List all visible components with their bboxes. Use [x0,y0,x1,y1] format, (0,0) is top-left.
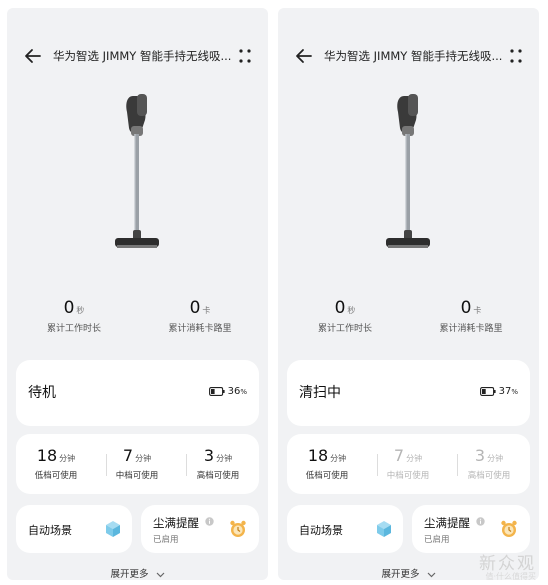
calories-stat: 0卡 累计消耗卡路里 [439,298,503,334]
back-arrow-icon[interactable] [23,46,43,66]
mode-high[interactable]: 3 分钟 高档可使用 [449,446,529,481]
mode-medium[interactable]: 7 分钟 中档可使用 [368,446,448,481]
phone-screen-standby: 华为智选 JIMMY 智能手持无线吸... 0秒 累计工作时长 0卡 累计消耗卡… [7,8,268,580]
suction-modes-card: 18 分钟 低档可使用 7 分钟 中档可使用 3 分钟 高档可使用 [16,434,259,494]
auto-scene-card[interactable]: 自动场景 [287,505,403,553]
dust-reminder-card[interactable]: 尘满提醒 已启用 [412,505,530,553]
vacuum-product-image [115,94,159,248]
mode-medium[interactable]: 7 分钟 中档可使用 [97,446,177,481]
cube-icon [106,521,120,537]
battery-indicator: 36% [208,386,247,397]
dust-reminder-card[interactable]: 尘满提醒 已启用 [141,505,259,553]
status-card[interactable]: 待机 36% [16,360,259,426]
watermark-logo: 新众观 值·什么值得买 [479,554,536,581]
page-title: 华为智选 JIMMY 智能手持无线吸... [324,49,503,63]
more-dots-icon[interactable] [509,48,523,64]
auto-scene-card[interactable]: 自动场景 [16,505,132,553]
info-icon[interactable] [205,517,214,526]
alarm-clock-icon [230,520,246,537]
battery-indicator: 37% [479,386,518,397]
work-duration-stat: 0秒 累计工作时长 [46,298,101,334]
usage-stats: 0秒 累计工作时长 0卡 累计消耗卡路里 [7,298,268,338]
battery-icon [208,387,225,396]
page-title: 华为智选 JIMMY 智能手持无线吸... [53,49,232,63]
device-status: 清扫中 [299,385,341,401]
phone-screen-cleaning: 华为智选 JIMMY 智能手持无线吸... 0秒 累计工作时长 0卡 累计消耗卡… [278,8,539,580]
top-bar: 华为智选 JIMMY 智能手持无线吸... [7,42,268,72]
battery-icon [479,387,496,396]
chevron-down-icon [156,572,164,577]
back-arrow-icon[interactable] [294,46,314,66]
alarm-clock-icon [501,520,517,537]
more-dots-icon[interactable] [238,48,252,64]
expand-more-button[interactable]: 展开更多 [7,566,268,580]
chevron-down-icon [427,572,435,577]
mode-low[interactable]: 18 分钟 低档可使用 [16,446,96,481]
mode-high[interactable]: 3 分钟 高档可使用 [178,446,258,481]
work-duration-stat: 0秒 累计工作时长 [317,298,372,334]
device-status: 待机 [28,385,56,401]
suction-modes-card: 18 分钟 低档可使用 7 分钟 中档可使用 3 分钟 高档可使用 [287,434,530,494]
vacuum-product-image [386,94,430,248]
top-bar: 华为智选 JIMMY 智能手持无线吸... [278,42,539,72]
mode-low[interactable]: 18 分钟 低档可使用 [287,446,367,481]
usage-stats: 0秒 累计工作时长 0卡 累计消耗卡路里 [278,298,539,338]
calories-stat: 0卡 累计消耗卡路里 [168,298,232,334]
info-icon[interactable] [476,517,485,526]
status-card[interactable]: 清扫中 37% [287,360,530,426]
cube-icon [377,521,391,537]
